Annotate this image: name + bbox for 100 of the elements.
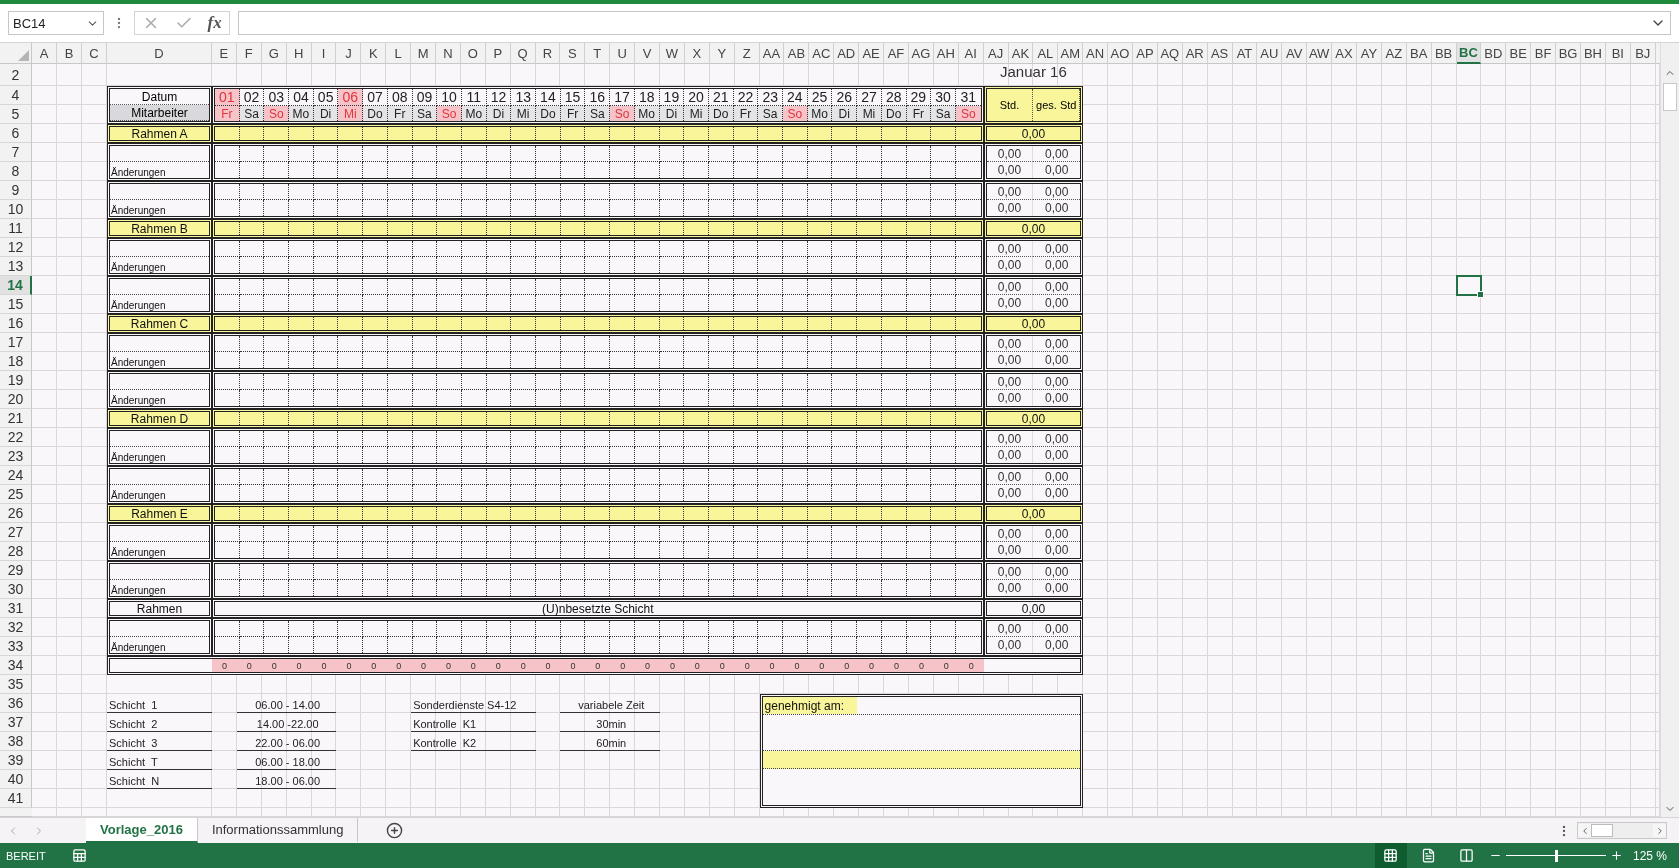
row-header[interactable]: 4 — [0, 86, 32, 105]
row-header[interactable]: 28 — [0, 542, 32, 561]
row-header[interactable]: 29 — [0, 561, 32, 580]
selected-cell[interactable] — [1455, 275, 1483, 296]
row-header[interactable]: 41 — [0, 789, 32, 808]
column-header[interactable]: BB — [1431, 43, 1457, 64]
column-header[interactable]: AJ — [983, 43, 1009, 64]
row-header[interactable]: 39 — [0, 751, 32, 770]
row-header[interactable]: 8 — [0, 162, 32, 181]
insert-function-button[interactable]: fx — [207, 13, 222, 33]
column-header[interactable]: Q — [510, 43, 536, 64]
row-header[interactable]: 5 — [0, 105, 32, 124]
column-header[interactable]: U — [610, 43, 636, 64]
column-header[interactable]: K — [361, 43, 387, 64]
employee-cell[interactable]: Änderungen — [107, 466, 212, 504]
column-header[interactable]: D — [107, 43, 212, 64]
name-box[interactable]: BC14 — [8, 11, 104, 35]
normal-view-button[interactable] — [1374, 843, 1407, 868]
column-header[interactable]: Y — [709, 43, 735, 64]
column-header[interactable]: BD — [1481, 43, 1507, 64]
sheet-tab[interactable]: Vorlage_2016 — [86, 818, 198, 843]
employee-cell[interactable]: Änderungen — [107, 238, 212, 276]
column-header[interactable]: V — [635, 43, 661, 64]
shift-grid[interactable] — [212, 276, 984, 314]
employee-cell[interactable]: Änderungen — [107, 333, 212, 371]
employee-cell[interactable]: Änderungen — [107, 523, 212, 561]
column-header[interactable]: BC — [1456, 43, 1482, 64]
zoom-in-icon[interactable] — [1609, 849, 1623, 862]
shift-grid[interactable] — [212, 466, 984, 504]
column-header[interactable]: R — [535, 43, 561, 64]
row-header[interactable]: 30 — [0, 580, 32, 599]
scroll-thumb[interactable] — [1591, 824, 1613, 837]
column-header[interactable]: I — [311, 43, 337, 64]
scroll-thumb[interactable] — [1663, 83, 1677, 111]
row-header[interactable]: 20 — [0, 390, 32, 409]
column-header[interactable]: AM — [1058, 43, 1084, 64]
column-header[interactable]: AI — [958, 43, 984, 64]
employee-cell[interactable]: Änderungen — [107, 428, 212, 466]
row-header[interactable]: 37 — [0, 713, 32, 732]
row-header[interactable]: 12 — [0, 238, 32, 257]
column-header[interactable]: BA — [1406, 43, 1432, 64]
column-header[interactable]: BF — [1531, 43, 1557, 64]
shift-grid[interactable] — [212, 238, 984, 276]
column-header[interactable]: AW — [1307, 43, 1333, 64]
row-header[interactable]: 33 — [0, 637, 32, 656]
formula-field[interactable] — [238, 11, 1671, 35]
shift-grid[interactable] — [212, 618, 984, 656]
row-header[interactable]: 15 — [0, 295, 32, 314]
column-header[interactable]: AD — [834, 43, 860, 64]
column-header[interactable]: O — [460, 43, 486, 64]
column-header[interactable]: N — [436, 43, 461, 64]
column-header[interactable]: AX — [1332, 43, 1357, 64]
row-header[interactable]: 40 — [0, 770, 32, 789]
column-header[interactable]: AG — [908, 43, 934, 64]
row-header[interactable]: 16 — [0, 314, 32, 333]
row-header[interactable]: 38 — [0, 732, 32, 751]
column-header[interactable]: AB — [784, 43, 810, 64]
column-header[interactable]: BJ — [1630, 43, 1656, 64]
column-header[interactable]: AA — [759, 43, 785, 64]
column-header[interactable]: AL — [1033, 43, 1059, 64]
column-header[interactable]: AY — [1356, 43, 1382, 64]
employee-cell[interactable]: Änderungen — [107, 618, 212, 656]
scroll-left-button[interactable] — [1578, 824, 1591, 837]
shift-grid[interactable] — [212, 371, 984, 409]
column-header[interactable]: BI — [1605, 43, 1631, 64]
column-header[interactable]: AE — [859, 43, 885, 64]
zoom-slider-thumb[interactable] — [1554, 849, 1558, 862]
row-header[interactable]: 24 — [0, 466, 32, 485]
column-header[interactable]: AK — [1008, 43, 1034, 64]
employee-cell[interactable]: Änderungen — [107, 143, 212, 181]
column-header[interactable]: AV — [1282, 43, 1308, 64]
row-header[interactable]: 36 — [0, 694, 32, 713]
column-header[interactable]: S — [560, 43, 586, 64]
employee-cell[interactable]: Änderungen — [107, 561, 212, 599]
employee-cell[interactable]: Änderungen — [107, 276, 212, 314]
row-header[interactable]: 26 — [0, 504, 32, 523]
row-header[interactable]: 32 — [0, 618, 32, 637]
column-header[interactable]: F — [236, 43, 262, 64]
row-header[interactable]: 17 — [0, 333, 32, 352]
column-header[interactable]: BH — [1581, 43, 1606, 64]
column-header[interactable]: C — [82, 43, 107, 64]
column-header[interactable]: P — [485, 43, 511, 64]
row-header[interactable]: 23 — [0, 447, 32, 466]
row-header[interactable]: 2 — [0, 64, 32, 86]
column-header[interactable]: BG — [1556, 43, 1581, 64]
column-header[interactable]: AT — [1232, 43, 1258, 64]
column-header[interactable]: L — [386, 43, 412, 64]
column-header[interactable]: X — [684, 43, 710, 64]
add-sheet-icon[interactable] — [386, 822, 404, 839]
row-header[interactable]: 7 — [0, 143, 32, 162]
column-header[interactable]: AU — [1257, 43, 1283, 64]
scroll-right-button[interactable] — [1653, 824, 1666, 837]
row-header[interactable]: 31 — [0, 599, 32, 618]
column-header[interactable]: W — [660, 43, 685, 64]
column-header[interactable]: A — [32, 43, 57, 64]
row-header[interactable]: 6 — [0, 124, 32, 143]
shift-grid[interactable] — [212, 561, 984, 599]
column-header[interactable]: AQ — [1157, 43, 1183, 64]
column-header[interactable]: E — [212, 43, 237, 64]
shift-grid[interactable] — [212, 523, 984, 561]
